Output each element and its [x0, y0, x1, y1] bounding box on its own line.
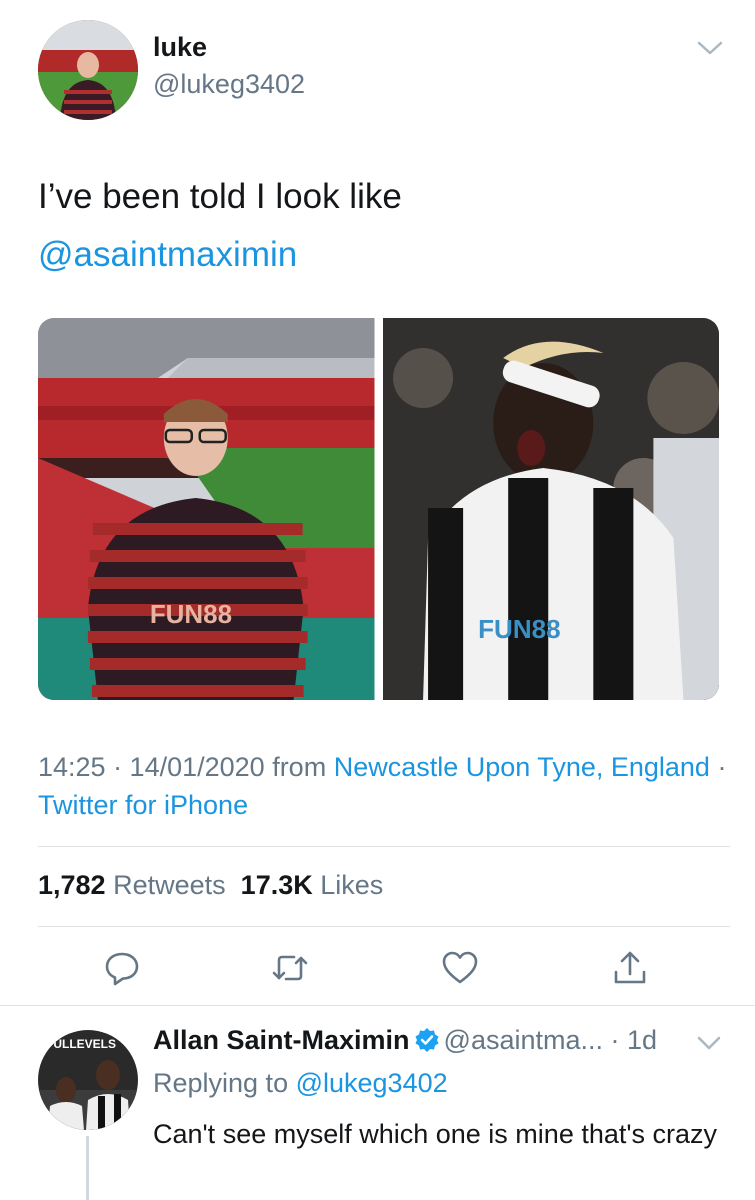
photo-left[interactable]: FUN88 — [38, 318, 375, 700]
reply-age: · 1d — [603, 1025, 658, 1055]
reply-icon[interactable] — [102, 948, 142, 988]
divider — [0, 1005, 755, 1006]
tweet-stats: 1,782 Retweets 17.3K Likes — [38, 870, 383, 901]
reply-author-name[interactable]: Allan Saint-Maximin — [153, 1025, 410, 1055]
reply-header: Allan Saint-Maximin @asaintma... · 1d — [153, 1025, 657, 1056]
source-link[interactable]: Twitter for iPhone — [38, 790, 248, 820]
divider — [38, 846, 730, 847]
share-icon[interactable] — [610, 948, 650, 988]
author-name[interactable]: luke — [153, 32, 207, 63]
tweet-media[interactable]: FUN88 FUN88 — [38, 318, 719, 700]
photo-right[interactable]: FUN88 — [382, 318, 719, 700]
left-shirt-text: FUN88 — [150, 599, 232, 629]
author-handle[interactable]: @lukeg3402 — [153, 69, 305, 100]
reply-author-handle[interactable]: @asaintma... — [444, 1025, 603, 1055]
right-shirt-text: FUN88 — [478, 614, 560, 644]
reply-text: Can't see myself which one is mine that'… — [153, 1119, 718, 1149]
tweet-text: I’ve been told I look like @asaintmaximi… — [38, 168, 718, 284]
thread-connector — [86, 1136, 89, 1200]
tweet-actions — [0, 940, 755, 996]
reply-avatar-text: FULLEVELS — [46, 1037, 116, 1051]
tweet-timestamp[interactable]: 14:25 · 14/01/2020 from — [38, 752, 334, 782]
divider — [38, 926, 730, 927]
retweets-count: 1,782 — [38, 870, 106, 900]
mention-link[interactable]: @asaintmaximin — [38, 226, 718, 284]
retweets-label: Retweets — [113, 870, 226, 900]
replying-prefix: Replying to — [153, 1068, 296, 1098]
author-avatar[interactable] — [38, 20, 138, 120]
retweets-stat[interactable]: 1,782 Retweets — [38, 870, 226, 900]
replying-to-link[interactable]: @lukeg3402 — [296, 1068, 448, 1098]
tweet-meta: 14:25 · 14/01/2020 from Newcastle Upon T… — [38, 748, 728, 824]
tweet-body: I’ve been told I look like — [38, 177, 402, 216]
chevron-down-icon[interactable] — [696, 38, 724, 58]
meta-separator: · — [709, 752, 727, 782]
likes-stat[interactable]: 17.3K Likes — [241, 870, 384, 900]
replying-to: Replying to @lukeg3402 — [153, 1068, 448, 1099]
verified-badge-icon — [414, 1027, 440, 1053]
author-avatar-image — [38, 20, 138, 120]
reply-avatar-image: FULLEVELS — [38, 1030, 138, 1130]
reply-author-avatar[interactable]: FULLEVELS — [38, 1030, 138, 1130]
likes-label: Likes — [320, 870, 384, 900]
likes-count: 17.3K — [240, 870, 313, 900]
location-link[interactable]: Newcastle Upon Tyne, England — [334, 752, 710, 782]
retweet-icon[interactable] — [270, 948, 310, 988]
like-icon[interactable] — [440, 948, 480, 988]
reply-chevron-down-icon[interactable] — [696, 1034, 722, 1052]
